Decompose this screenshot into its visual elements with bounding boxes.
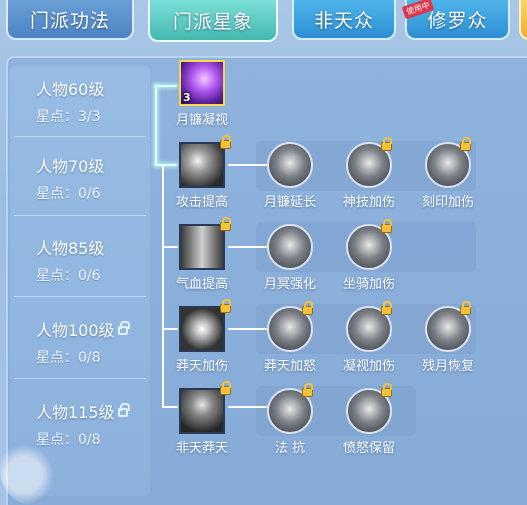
- skill-rune-dmg[interactable]: 刻印加伤: [416, 137, 480, 210]
- lock-icon: [220, 217, 231, 231]
- level-name: 人物115级: [36, 399, 130, 423]
- skill-label: 月镰凝视: [175, 113, 228, 128]
- lock-icon: [460, 137, 471, 151]
- skill-crescent-extend[interactable]: 月镰延长: [258, 142, 322, 210]
- burst-icon: [179, 306, 225, 352]
- lock-icon: [220, 299, 231, 313]
- lock-icon: [381, 301, 392, 315]
- heart-icon: [179, 224, 225, 270]
- star-points: 星点：0/8: [36, 432, 101, 448]
- skill-label: 神技加伤: [342, 195, 395, 210]
- lock-icon: [220, 135, 231, 149]
- skill-count: 3: [183, 91, 191, 104]
- lock-icon: [381, 383, 392, 397]
- lock-icon: [302, 383, 313, 397]
- star-points: 星点：3/3: [36, 109, 101, 125]
- skill-waning-moon-recover[interactable]: 残月恢复: [416, 301, 480, 374]
- crescent-blade-icon: [267, 142, 313, 188]
- tab-sect-stars[interactable]: 门派星象: [148, 0, 278, 42]
- level-name: 人物100级: [36, 317, 130, 341]
- skill-label: 攻击提高: [175, 195, 228, 210]
- level-name: 人物70级: [36, 157, 105, 176]
- skill-label: 愤怒保留: [342, 441, 395, 456]
- star-points: 星点：0/8: [36, 350, 101, 366]
- lock-icon: [460, 301, 471, 315]
- level-60: 人物60级 星点：3/3: [36, 76, 104, 126]
- lock-icon: [220, 381, 231, 395]
- level-name-text: 人物100级: [36, 321, 115, 340]
- level-115: 人物115级 星点：0/8: [36, 399, 130, 449]
- tab-sect-skills[interactable]: 门派功法: [6, 0, 134, 40]
- skill-feitian-mangtian[interactable]: 非天莽天: [170, 381, 234, 456]
- skill-mangtian-rage[interactable]: 莽天加怒: [258, 301, 322, 374]
- skill-moon-dark-boost[interactable]: 月冥强化: [258, 224, 322, 292]
- skill-label: 莽天加怒: [263, 359, 316, 374]
- skill-label: 月冥强化: [263, 277, 316, 292]
- skill-label: 法 抗: [274, 441, 306, 456]
- level-85: 人物85级 星点：0/6: [36, 235, 104, 285]
- tab-feitianzhong[interactable]: 非天众: [292, 0, 396, 40]
- divider: [14, 296, 146, 297]
- lock-icon: [381, 137, 392, 151]
- claw-slash-icon: [179, 142, 225, 188]
- dark-orb-icon: [267, 224, 313, 270]
- asura-warrior-icon: [179, 388, 225, 434]
- skill-hp-up[interactable]: 气血提高: [170, 217, 234, 292]
- skill-gaze-dmg[interactable]: 凝视加伤: [337, 301, 401, 374]
- skill-label: 气血提高: [175, 277, 228, 292]
- divider: [14, 378, 146, 379]
- star-points: 星点：0/6: [36, 268, 101, 284]
- skill-mangtian-dmg[interactable]: 莽天加伤: [170, 299, 234, 374]
- skill-label: 月镰延长: [263, 195, 316, 210]
- skill-label: 刻印加伤: [421, 195, 474, 210]
- skill-rage-keep[interactable]: 愤怒保留: [337, 383, 401, 456]
- skill-mount-dmg[interactable]: 坐骑加伤: [337, 219, 401, 292]
- level-name-text: 人物115级: [36, 403, 115, 422]
- skill-label: 凝视加伤: [342, 359, 395, 374]
- skill-label: 非天莽天: [175, 441, 228, 456]
- skill-attack-up[interactable]: 攻击提高: [170, 135, 234, 210]
- skill-label: 莽天加伤: [175, 359, 228, 374]
- lock-icon: [381, 219, 392, 233]
- level-100: 人物100级 星点：0/8: [36, 317, 130, 367]
- divider: [14, 136, 146, 137]
- connector-glow: [155, 85, 157, 165]
- skill-divine-dmg[interactable]: 神技加伤: [337, 137, 401, 210]
- tab-bar: 门派功法 门派星象 非天众 修罗众 使用中: [0, 0, 527, 48]
- lock-icon: [117, 321, 130, 335]
- level-name: 人物60级: [36, 80, 105, 99]
- divider: [14, 215, 146, 216]
- lock-icon: [302, 301, 313, 315]
- star-points: 星点：0/6: [36, 186, 101, 202]
- skill-label: 残月恢复: [421, 359, 474, 374]
- skill-yue-lian-ning-shi[interactable]: 3 月镰凝视: [170, 60, 234, 128]
- skill-label: 坐骑加伤: [342, 277, 395, 292]
- connector-line: [162, 166, 164, 406]
- level-70: 人物70级 星点：0/6: [36, 153, 104, 203]
- lock-icon: [117, 403, 130, 417]
- skill-magic-resist[interactable]: 法 抗: [258, 383, 322, 456]
- purple-crescent-icon: 3: [179, 60, 225, 106]
- level-name: 人物85级: [36, 239, 105, 258]
- tab-extra[interactable]: [519, 0, 527, 40]
